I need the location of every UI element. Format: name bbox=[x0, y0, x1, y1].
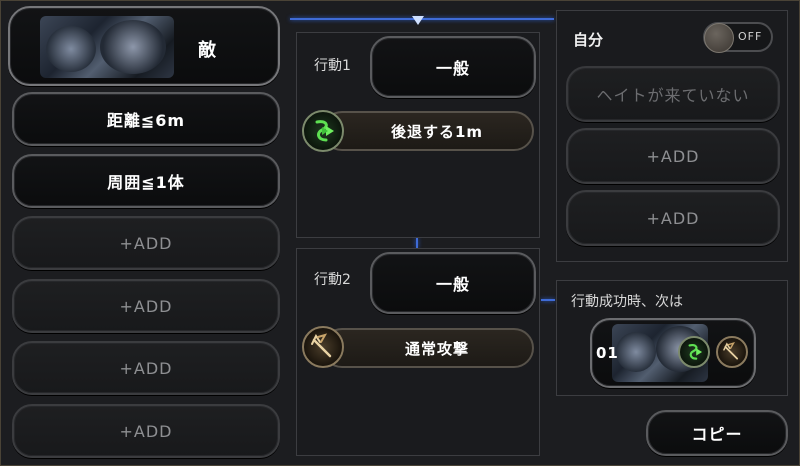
copy-button[interactable]: コピー bbox=[646, 410, 788, 456]
add-label: +ADD bbox=[646, 208, 700, 228]
action1-type-button[interactable]: 一般 bbox=[370, 36, 536, 98]
self-label: 自分 bbox=[573, 31, 604, 49]
toggle-knob bbox=[704, 23, 734, 53]
add-condition-button[interactable]: +ADD bbox=[12, 404, 280, 458]
action2-type-button[interactable]: 一般 bbox=[370, 252, 536, 314]
action2-skill-button[interactable]: 通常攻撃 bbox=[322, 328, 534, 368]
toggle-text: OFF bbox=[738, 30, 763, 43]
action-type-label: 一般 bbox=[435, 275, 470, 294]
add-label: +ADD bbox=[119, 358, 173, 378]
skill-label: 後退する1m bbox=[390, 122, 484, 141]
enemy-portrait bbox=[40, 16, 174, 78]
add-label: +ADD bbox=[646, 146, 700, 166]
add-label: +ADD bbox=[119, 233, 173, 253]
action1-skill-button[interactable]: 後退する1m bbox=[322, 111, 534, 151]
flow-line-mid bbox=[416, 238, 418, 248]
flow-line-right bbox=[541, 299, 555, 301]
retreat-icon bbox=[678, 336, 710, 368]
target-label: 敵 bbox=[198, 40, 217, 61]
action2-label: 行動2 bbox=[314, 272, 351, 288]
slot-number: 01 bbox=[596, 344, 619, 362]
condition-label: 距離≦6m bbox=[106, 111, 186, 130]
condition-label: ヘイトが来ていない bbox=[596, 86, 750, 105]
action1-label: 行動1 bbox=[314, 58, 351, 74]
self-toggle[interactable]: OFF bbox=[703, 22, 773, 53]
retreat-icon bbox=[302, 110, 344, 152]
add-label: +ADD bbox=[119, 421, 173, 441]
target-enemy-button[interactable]: 敵 bbox=[8, 6, 280, 86]
trident-icon bbox=[716, 336, 748, 368]
self-condition-hate[interactable]: ヘイトが来ていない bbox=[566, 66, 780, 122]
self-add-condition-button[interactable]: +ADD bbox=[566, 128, 780, 184]
add-condition-button[interactable]: +ADD bbox=[12, 279, 280, 333]
trident-icon bbox=[302, 326, 344, 368]
action-type-label: 一般 bbox=[435, 59, 470, 78]
next-label: 行動成功時、次は bbox=[571, 294, 683, 310]
condition-surrounding[interactable]: 周囲≦1体 bbox=[12, 154, 280, 208]
self-add-condition-button[interactable]: +ADD bbox=[566, 190, 780, 246]
copy-label: コピー bbox=[691, 425, 743, 444]
next-slot-button[interactable]: 01 bbox=[590, 318, 756, 388]
flow-arrow-down-icon bbox=[412, 16, 424, 25]
condition-label: 周囲≦1体 bbox=[107, 173, 185, 192]
skill-label: 通常攻撃 bbox=[404, 339, 469, 358]
add-condition-button[interactable]: +ADD bbox=[12, 216, 280, 270]
add-label: +ADD bbox=[119, 296, 173, 316]
condition-distance[interactable]: 距離≦6m bbox=[12, 92, 280, 146]
add-condition-button[interactable]: +ADD bbox=[12, 341, 280, 395]
